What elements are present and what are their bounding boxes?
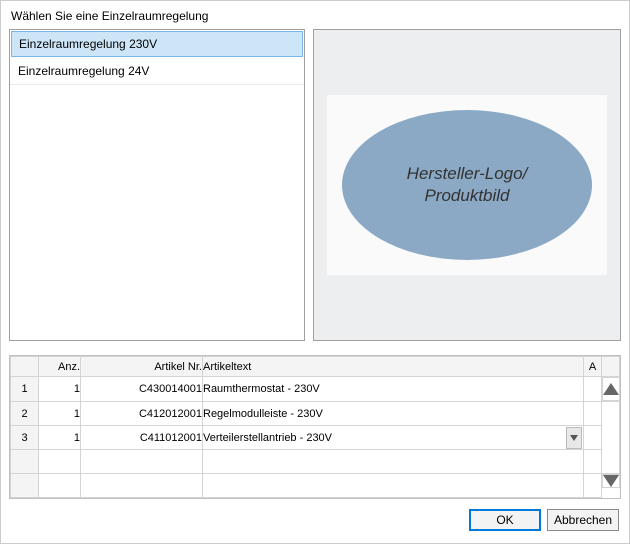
dialog-title: Wählen Sie eine Einzelraumregelung	[1, 1, 629, 29]
cell-anz[interactable]: 1	[39, 426, 81, 450]
col-header-anz[interactable]: Anz.	[39, 357, 81, 377]
col-header-a[interactable]: A	[584, 357, 602, 377]
cell-artnr[interactable]: C430014001	[81, 377, 203, 402]
cell-a[interactable]	[584, 377, 602, 402]
scrollbar-header	[602, 357, 620, 377]
table-row-empty[interactable]	[11, 474, 620, 498]
cell-arttxt[interactable]: Raumthermostat - 230V	[203, 377, 584, 402]
cell-artnr[interactable]: C412012001	[81, 402, 203, 426]
col-header-rownum[interactable]	[11, 357, 39, 377]
table-row[interactable]: 3 1 C411012001 Verteilerstellantrieb - 2…	[11, 426, 620, 450]
cell-anz[interactable]: 1	[39, 402, 81, 426]
row-number: 1	[11, 377, 39, 402]
scroll-down-button[interactable]	[602, 474, 620, 488]
cell-arttxt[interactable]: Verteilerstellantrieb - 230V	[203, 426, 584, 450]
control-type-list[interactable]: Einzelraumregelung 230V Einzelraumregelu…	[9, 29, 305, 341]
cell-arttxt-text: Verteilerstellantrieb - 230V	[203, 432, 332, 444]
cell-a[interactable]	[584, 402, 602, 426]
logo-placeholder: Hersteller-Logo/Produktbild	[342, 110, 592, 260]
dropdown-button[interactable]	[566, 427, 582, 449]
cell-anz[interactable]: 1	[39, 377, 81, 402]
cell-arttxt[interactable]: Regelmodulleiste - 230V	[203, 402, 584, 426]
list-item[interactable]: Einzelraumregelung 24V	[10, 58, 304, 85]
scroll-track[interactable]	[602, 402, 620, 474]
row-number: 3	[11, 426, 39, 450]
table-row[interactable]: 2 1 C412012001 Regelmodulleiste - 230V	[11, 402, 620, 426]
article-grid[interactable]: Anz. Artikel Nr. Artikeltext A 1 1 C4300…	[9, 355, 621, 499]
cell-a[interactable]	[584, 426, 602, 450]
table-row-empty[interactable]	[11, 450, 620, 474]
row-number: 2	[11, 402, 39, 426]
ok-button[interactable]: OK	[469, 509, 541, 531]
cancel-button[interactable]: Abbrechen	[547, 509, 619, 531]
col-header-arttxt[interactable]: Artikeltext	[203, 357, 584, 377]
table-row[interactable]: 1 1 C430014001 Raumthermostat - 230V	[11, 377, 620, 402]
preview-panel: Hersteller-Logo/Produktbild	[313, 29, 621, 341]
scroll-up-button[interactable]	[602, 377, 620, 401]
col-header-artnr[interactable]: Artikel Nr.	[81, 357, 203, 377]
cell-artnr[interactable]: C411012001	[81, 426, 203, 450]
list-item[interactable]: Einzelraumregelung 230V	[11, 31, 303, 57]
